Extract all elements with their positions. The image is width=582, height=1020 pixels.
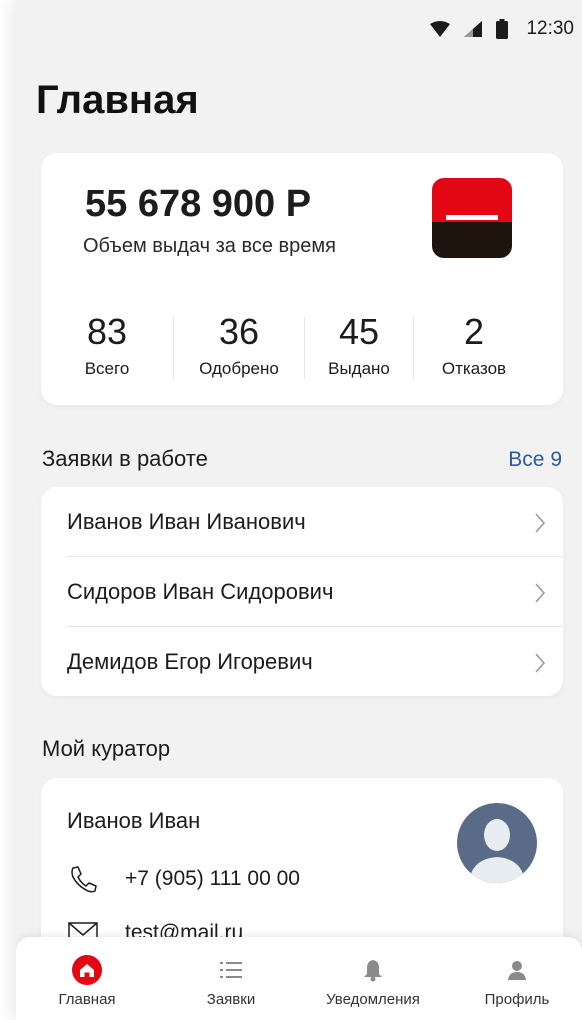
total-amount-label: Объем выдач за все время — [83, 235, 336, 257]
cellular-signal-icon — [464, 21, 483, 37]
list-item[interactable]: Демидов Егор Игоревич — [41, 627, 563, 697]
bank-logo — [432, 178, 512, 258]
stat-label: Выдано — [328, 359, 390, 378]
status-time: 12:30 — [526, 18, 574, 39]
stat-value: 83 — [86, 311, 128, 352]
curator-phone: +7 (905) 111 00 00 — [125, 867, 300, 890]
chevron-right-icon — [535, 513, 546, 533]
avatar — [457, 803, 537, 883]
tab-label: Заявки — [206, 991, 256, 1008]
curator-section-title: Мой куратор — [42, 736, 171, 761]
curator-phone-row[interactable]: +7 (905) 111 00 00 — [67, 864, 300, 894]
wifi-icon — [430, 21, 451, 37]
list-item[interactable]: Сидоров Иван Сидорович — [41, 557, 563, 627]
tab-requests[interactable]: Заявки — [161, 937, 301, 1020]
tab-notifications[interactable]: Уведомления — [303, 937, 443, 1020]
curator-name: Иванов Иван — [67, 808, 201, 833]
tab-label: Уведомления — [326, 991, 420, 1008]
app-screen: 12:30 Главная 55 678 900 Р Объем выдач з… — [16, 0, 582, 1020]
summary-card: 55 678 900 Р Объем выдач за все время 83… — [41, 153, 563, 405]
home-icon — [72, 955, 102, 985]
stat-label: Отказов — [441, 359, 507, 378]
user-silhouette-icon — [469, 819, 525, 883]
list-icon — [220, 962, 242, 978]
stat-label: Всего — [84, 359, 130, 378]
chevron-right-icon — [535, 653, 546, 673]
user-icon — [508, 961, 526, 980]
requests-list: Иванов Иван Иванович Сидоров Иван Сидоро… — [41, 487, 563, 696]
stats-row: 83 Всего 36 Одобрено 45 Выдано 2 Отказов — [41, 313, 563, 383]
bell-icon — [364, 960, 382, 982]
chevron-right-icon — [535, 583, 546, 603]
request-name: Сидоров Иван Сидорович — [67, 579, 334, 604]
stat-label: Одобрено — [199, 359, 279, 378]
bottom-tab-bar: Главная Заявки Уведомления Профиль — [16, 937, 582, 1020]
total-amount: 55 678 900 Р — [85, 183, 312, 225]
stat-value: 36 — [218, 311, 260, 352]
page-title: Главная — [36, 78, 199, 122]
stat-approved: 36 Одобрено — [174, 313, 304, 383]
status-bar: 12:30 — [16, 0, 582, 60]
stat-total: 83 Всего — [41, 313, 173, 383]
stat-rejected: 2 Отказов — [414, 313, 534, 383]
stat-issued: 45 Выдано — [305, 313, 413, 383]
requests-section-title: Заявки в работе — [42, 446, 208, 471]
tab-label: Главная — [58, 991, 116, 1008]
all-requests-link[interactable]: Все 9 — [508, 448, 562, 472]
list-item[interactable]: Иванов Иван Иванович — [41, 487, 563, 557]
battery-icon — [496, 19, 509, 39]
tab-profile[interactable]: Профиль — [447, 937, 582, 1020]
phone-icon — [71, 866, 97, 893]
request-name: Иванов Иван Иванович — [67, 509, 306, 534]
request-name: Демидов Егор Игоревич — [67, 649, 313, 674]
stat-value: 2 — [463, 311, 485, 352]
tab-label: Профиль — [484, 991, 550, 1008]
stat-value: 45 — [338, 311, 380, 352]
tab-home[interactable]: Главная — [17, 937, 157, 1020]
